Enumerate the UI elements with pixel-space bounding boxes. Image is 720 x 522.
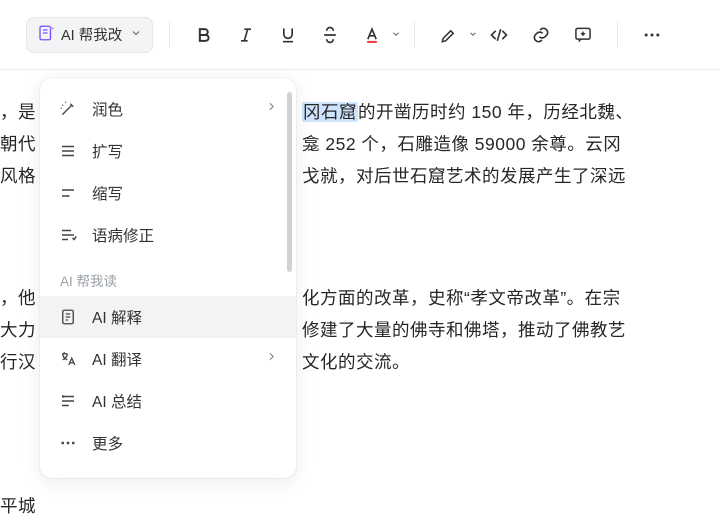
menu-label: 语病修正 [92,224,154,246]
more-button[interactable] [634,17,670,53]
explain-icon [58,308,78,326]
sparkle-note-icon [37,24,55,46]
text-color-button[interactable] [354,17,390,53]
text-fragment: 冈石窟的开凿历时约 150 年，历经北魏、 [302,96,633,128]
summarize-icon [58,392,78,410]
menu-label: 缩写 [92,182,123,204]
menu-item-explain[interactable]: AI 解释 [40,296,296,338]
menu-section-read: AI 帮我读 [40,256,296,296]
menu-item-shorten[interactable]: 缩写 [40,172,296,214]
menu-item-translate[interactable]: AI 翻译 [40,338,296,380]
toolbar-divider [169,22,170,48]
text-fragment: 修建了大量的佛寺和佛塔，推动了佛教艺 [302,314,626,346]
text-fragment: ，是 [0,96,36,128]
chevron-right-icon [265,100,278,118]
formatting-toolbar: AI 帮我改 [0,0,720,70]
ai-button-label: AI 帮我改 [61,24,122,45]
ellipsis-icon [58,434,78,452]
code-button[interactable] [481,17,517,53]
toolbar-divider [617,22,618,48]
underline-button[interactable] [270,17,306,53]
menu-label: 扩写 [92,140,123,162]
menu-item-more[interactable]: 更多 [40,422,296,464]
ai-help-edit-button[interactable]: AI 帮我改 [26,17,153,53]
menu-label: AI 解释 [92,306,142,328]
magic-wand-icon [58,100,78,118]
expand-text-icon [58,142,78,160]
chevron-down-icon[interactable] [468,26,478,44]
text-fragment: 行汉 [0,346,36,378]
bold-button[interactable] [186,17,222,53]
shorten-text-icon [58,184,78,202]
text-fragment: 朝代 [0,128,36,160]
text-fragment: 平城 [0,490,36,522]
text-fragment: 大力 [0,314,36,346]
toolbar-divider [414,22,415,48]
translate-icon [58,350,78,368]
link-button[interactable] [523,17,559,53]
text-fragment: ，他 [0,282,36,314]
chevron-down-icon[interactable] [391,26,401,44]
strikethrough-button[interactable] [312,17,348,53]
text-fragment: 文化的交流。 [302,346,410,378]
menu-item-polish[interactable]: 润色 [40,88,296,130]
selected-text[interactable]: 冈石窟 [302,102,358,122]
menu-item-grammar[interactable]: 语病修正 [40,214,296,256]
text-fragment: 龛 252 个，石雕造像 59000 余尊。云冈 [302,128,621,160]
menu-label: AI 翻译 [92,348,142,370]
italic-button[interactable] [228,17,264,53]
text-fragment: 化方面的改革，史称“孝文帝改革”。在宗 [302,282,621,314]
menu-item-expand[interactable]: 扩写 [40,130,296,172]
text-fragment: 风格 [0,160,36,192]
menu-item-summarize[interactable]: AI 总结 [40,380,296,422]
comment-button[interactable] [565,17,601,53]
text-fragment: 戈就，对后世石窟艺术的发展产生了深远 [302,160,626,192]
ai-dropdown-menu: 润色 扩写 缩写 语病修正 AI 帮我读 AI 解释 AI 翻译 [40,78,296,478]
highlight-button[interactable] [431,17,467,53]
chevron-right-icon [265,350,278,368]
grammar-fix-icon [58,226,78,244]
menu-label: 更多 [92,432,123,454]
menu-label: AI 总结 [92,390,142,412]
chevron-down-icon [130,27,142,43]
menu-label: 润色 [92,98,123,120]
